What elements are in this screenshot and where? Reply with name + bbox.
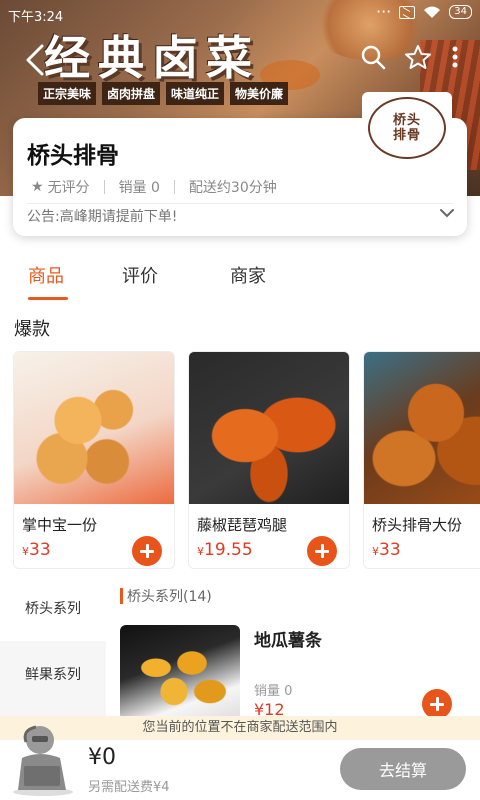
- add-to-cart-button[interactable]: [422, 689, 452, 719]
- product-name: 藤椒琵琶鸡腿: [197, 516, 288, 534]
- store-rating: 无评分: [47, 180, 90, 196]
- store-logo: 桥头 排骨: [362, 92, 452, 164]
- rating-star-icon: ★: [31, 179, 44, 195]
- tab-products[interactable]: 商品: [28, 262, 64, 288]
- hot-product-card[interactable]: 藤椒琵琶鸡腿 ¥19.55: [188, 351, 350, 569]
- product-image: [189, 352, 349, 504]
- sidebar-item-xianguo[interactable]: 鲜果系列: [0, 641, 106, 707]
- product-image: [14, 352, 174, 504]
- banner-tag: 卤肉拼盘: [102, 82, 161, 105]
- banner-tag: 正宗美味: [38, 82, 97, 105]
- product-name: 桥头排骨大份: [372, 516, 463, 534]
- header-actions: [360, 44, 460, 70]
- delivery-time: 配送约30分钟: [188, 180, 277, 196]
- delivery-fee: 另需配送费¥4: [88, 780, 170, 795]
- category-title: 桥头系列(14): [127, 589, 212, 605]
- more-options-icon[interactable]: [450, 44, 460, 70]
- product-image: [364, 352, 480, 504]
- product-price: ¥33: [22, 540, 51, 560]
- back-icon[interactable]: [22, 42, 50, 78]
- status-time: 下午3:24: [8, 10, 64, 25]
- category-accent-bar: [120, 588, 123, 604]
- product-name[interactable]: 地瓜薯条: [254, 626, 322, 651]
- hot-product-card[interactable]: 桥头排骨大份 ¥33: [363, 351, 480, 569]
- banner-tags: 正宗美味 卤肉拼盘 味道纯正 物美价廉: [38, 82, 289, 105]
- store-name: 桥头排骨: [27, 143, 119, 169]
- sim-icon: [399, 5, 416, 19]
- status-bar: 下午3:24 ··· 34: [0, 0, 480, 28]
- add-to-cart-button[interactable]: [132, 536, 162, 566]
- divider: [103, 180, 105, 194]
- tab-reviews[interactable]: 评价: [122, 262, 158, 288]
- cart-bar: ¥0 另需配送费¥4 去结算: [0, 725, 480, 800]
- favorite-star-icon[interactable]: [404, 44, 432, 70]
- checkout-button[interactable]: 去结算: [340, 748, 466, 790]
- cart-total: ¥0: [88, 745, 116, 770]
- category-header: 桥头系列(14): [120, 586, 212, 606]
- notification-dots-icon: ···: [376, 2, 392, 21]
- product-image[interactable]: [120, 625, 240, 720]
- product-price: ¥33: [372, 540, 401, 560]
- store-sales: 销量 0: [118, 180, 160, 196]
- logo-text: 桥头: [392, 113, 421, 128]
- hot-products-carousel[interactable]: 掌中宝一份 ¥33 藤椒琵琶鸡腿 ¥19.55 桥头排骨大份 ¥33: [13, 351, 480, 571]
- logo-text: 排骨: [392, 128, 421, 143]
- store-stats: ★ 无评分 销量 0 配送约30分钟: [31, 177, 277, 197]
- store-announcement: 公告:高峰期请提前下单!: [27, 209, 178, 225]
- banner-title: 经典卤菜: [44, 31, 260, 85]
- banner-tag: 味道纯正: [166, 82, 225, 105]
- battery-icon: 34: [449, 5, 472, 19]
- add-to-cart-button[interactable]: [307, 536, 337, 566]
- chevron-down-icon[interactable]: [439, 206, 455, 220]
- product-name: 掌中宝一份: [22, 516, 98, 534]
- store-logo-seal: 桥头 排骨: [368, 97, 446, 159]
- active-tab-indicator: [28, 297, 68, 300]
- search-icon[interactable]: [360, 44, 386, 70]
- product-sales: 销量 0: [254, 684, 293, 699]
- cart-mascot-icon[interactable]: [10, 722, 76, 796]
- wifi-icon: [424, 6, 441, 18]
- hot-section-title: 爆款: [14, 319, 50, 340]
- tab-merchant[interactable]: 商家: [230, 262, 266, 288]
- divider: [27, 203, 453, 204]
- hot-product-card[interactable]: 掌中宝一份 ¥33: [13, 351, 175, 569]
- store-tabs: 商品 评价 商家: [0, 252, 480, 300]
- sidebar-item-qiaotou[interactable]: 桥头系列: [0, 575, 106, 641]
- product-price: ¥19.55: [197, 540, 253, 560]
- banner-tag: 物美价廉: [230, 82, 289, 105]
- divider: [173, 180, 175, 194]
